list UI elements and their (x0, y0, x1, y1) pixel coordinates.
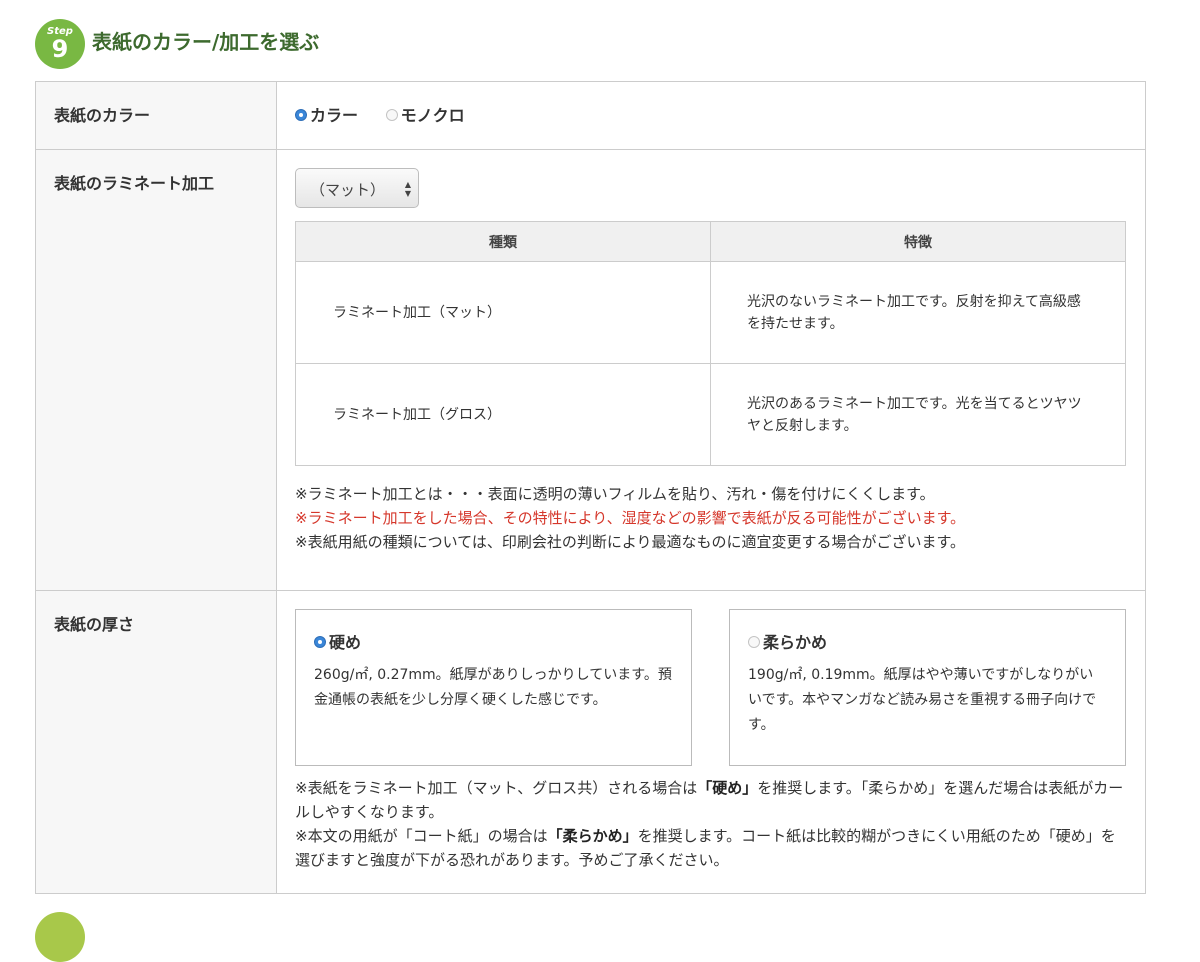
table-cell-kind: ラミネート加工（グロス） (295, 363, 711, 466)
note-emphasis: 「硬め」 (697, 779, 758, 797)
thickness-notes: ※表紙をラミネート加工（マット、グロス共）される場合は「硬め」を推奨します。「柔… (295, 776, 1126, 872)
thickness-note: ※本文の用紙が「コート紙」の場合は「柔らかめ」を推奨します。コート紙は比較的糊が… (295, 824, 1126, 872)
laminate-warning-note: ※ラミネート加工をした場合、その特性により、湿度などの影響で表紙が反る可能性がご… (295, 509, 966, 527)
column-header-kind: 種類 (295, 221, 711, 262)
radio-checked-icon[interactable] (314, 636, 326, 648)
laminate-info-header-row: 種類 特徴 (295, 221, 1126, 262)
thickness-option-title: 柔らかめ (748, 629, 1107, 653)
laminate-label: 表紙のラミネート加工 (35, 149, 277, 591)
note-emphasis: 「柔らかめ」 (547, 827, 638, 845)
cover-color-label: 表紙のカラー (35, 81, 277, 150)
cover-options-table: 表紙のカラー カラー モノクロ 表紙のラミネート加工 （マット） ▲ ▼ 種類 … (35, 81, 1146, 894)
thickness-soft-label: 柔らかめ (763, 633, 828, 652)
step-badge: Step 9 (35, 19, 85, 69)
radio-checked-icon[interactable] (295, 109, 307, 121)
cover-color-row: 表紙のカラー カラー モノクロ (35, 81, 1146, 150)
radio-color-label: カラー (310, 106, 359, 125)
radio-color[interactable]: カラー (295, 102, 358, 126)
laminate-note: ※ラミネート加工とは・・・表面に透明の薄いフィルムを貼り、汚れ・傷を付けにくくし… (295, 485, 935, 503)
radio-monochrome-label: モノクロ (400, 106, 465, 125)
thickness-label: 表紙の厚さ (35, 590, 277, 894)
thickness-option-hard[interactable]: 硬め 260g/㎡, 0.27mm。紙厚がありしっかりしています。預金通帳の表紙… (295, 609, 692, 766)
thickness-option-soft[interactable]: 柔らかめ 190g/㎡, 0.19mm。紙厚はやや薄いですがしなりがいいです。本… (729, 609, 1126, 766)
table-cell-feature: 光沢のあるラミネート加工です。光を当てるとツヤツヤと反射します。 (710, 363, 1126, 466)
table-row: ラミネート加工（グロス） 光沢のあるラミネート加工です。光を当てるとツヤツヤと反… (295, 363, 1126, 466)
note-text: ※本文の用紙が「コート紙」の場合は (295, 827, 548, 845)
cover-color-cell: カラー モノクロ (276, 81, 1146, 150)
cover-color-radio-group: カラー モノクロ (295, 82, 1127, 126)
thickness-options: 硬め 260g/㎡, 0.27mm。紙厚がありしっかりしています。預金通帳の表紙… (295, 609, 1126, 766)
thickness-note: ※表紙をラミネート加工（マット、グロス共）される場合は「硬め」を推奨します。「柔… (295, 776, 1126, 824)
laminate-info-table: 種類 特徴 ラミネート加工（マット） 光沢のないラミネート加工です。反射を抑えて… (295, 221, 1126, 466)
step-number: 9 (51, 35, 69, 63)
section-title: 表紙のカラー/加工を選ぶ (92, 30, 320, 54)
laminate-select-value: （マット） (310, 181, 386, 199)
radio-monochrome[interactable]: モノクロ (385, 102, 465, 126)
thickness-row: 表紙の厚さ 硬め 260g/㎡, 0.27mm。紙厚がありしっかりしています。預… (35, 590, 1146, 894)
laminate-row: 表紙のラミネート加工 （マット） ▲ ▼ 種類 特徴 ラミネート加工（マット） 光… (35, 149, 1146, 591)
table-cell-feature: 光沢のないラミネート加工です。反射を抑えて高級感を持たせます。 (710, 261, 1126, 364)
laminate-select[interactable]: （マット） ▲ ▼ (295, 168, 419, 208)
thickness-option-title: 硬め (314, 629, 673, 653)
table-cell-kind: ラミネート加工（マット） (295, 261, 711, 364)
table-row: ラミネート加工（マット） 光沢のないラミネート加工です。反射を抑えて高級感を持た… (295, 261, 1126, 364)
thickness-hard-label: 硬め (329, 633, 362, 652)
laminate-notes: ※ラミネート加工とは・・・表面に透明の薄いフィルムを貼り、汚れ・傷を付けにくくし… (295, 482, 1127, 554)
column-header-feature: 特徴 (710, 221, 1126, 262)
radio-unchecked-icon[interactable] (748, 636, 760, 648)
laminate-cell: （マット） ▲ ▼ 種類 特徴 ラミネート加工（マット） 光沢のないラミネート加工… (276, 149, 1146, 591)
select-updown-icon: ▲ ▼ (404, 180, 411, 198)
thickness-hard-description: 260g/㎡, 0.27mm。紙厚がありしっかりしています。預金通帳の表紙を少し… (314, 667, 672, 708)
note-text: ※表紙をラミネート加工（マット、グロス共）される場合は (295, 779, 698, 797)
radio-unchecked-icon[interactable] (385, 109, 398, 121)
thickness-soft-description: 190g/㎡, 0.19mm。紙厚はやや薄いですがしなりがいいです。本やマンガな… (748, 667, 1097, 733)
thickness-cell: 硬め 260g/㎡, 0.27mm。紙厚がありしっかりしています。預金通帳の表紙… (276, 590, 1146, 894)
laminate-note: ※表紙用紙の種類については、印刷会社の判断により最適なものに適宜変更する場合がご… (295, 533, 966, 551)
